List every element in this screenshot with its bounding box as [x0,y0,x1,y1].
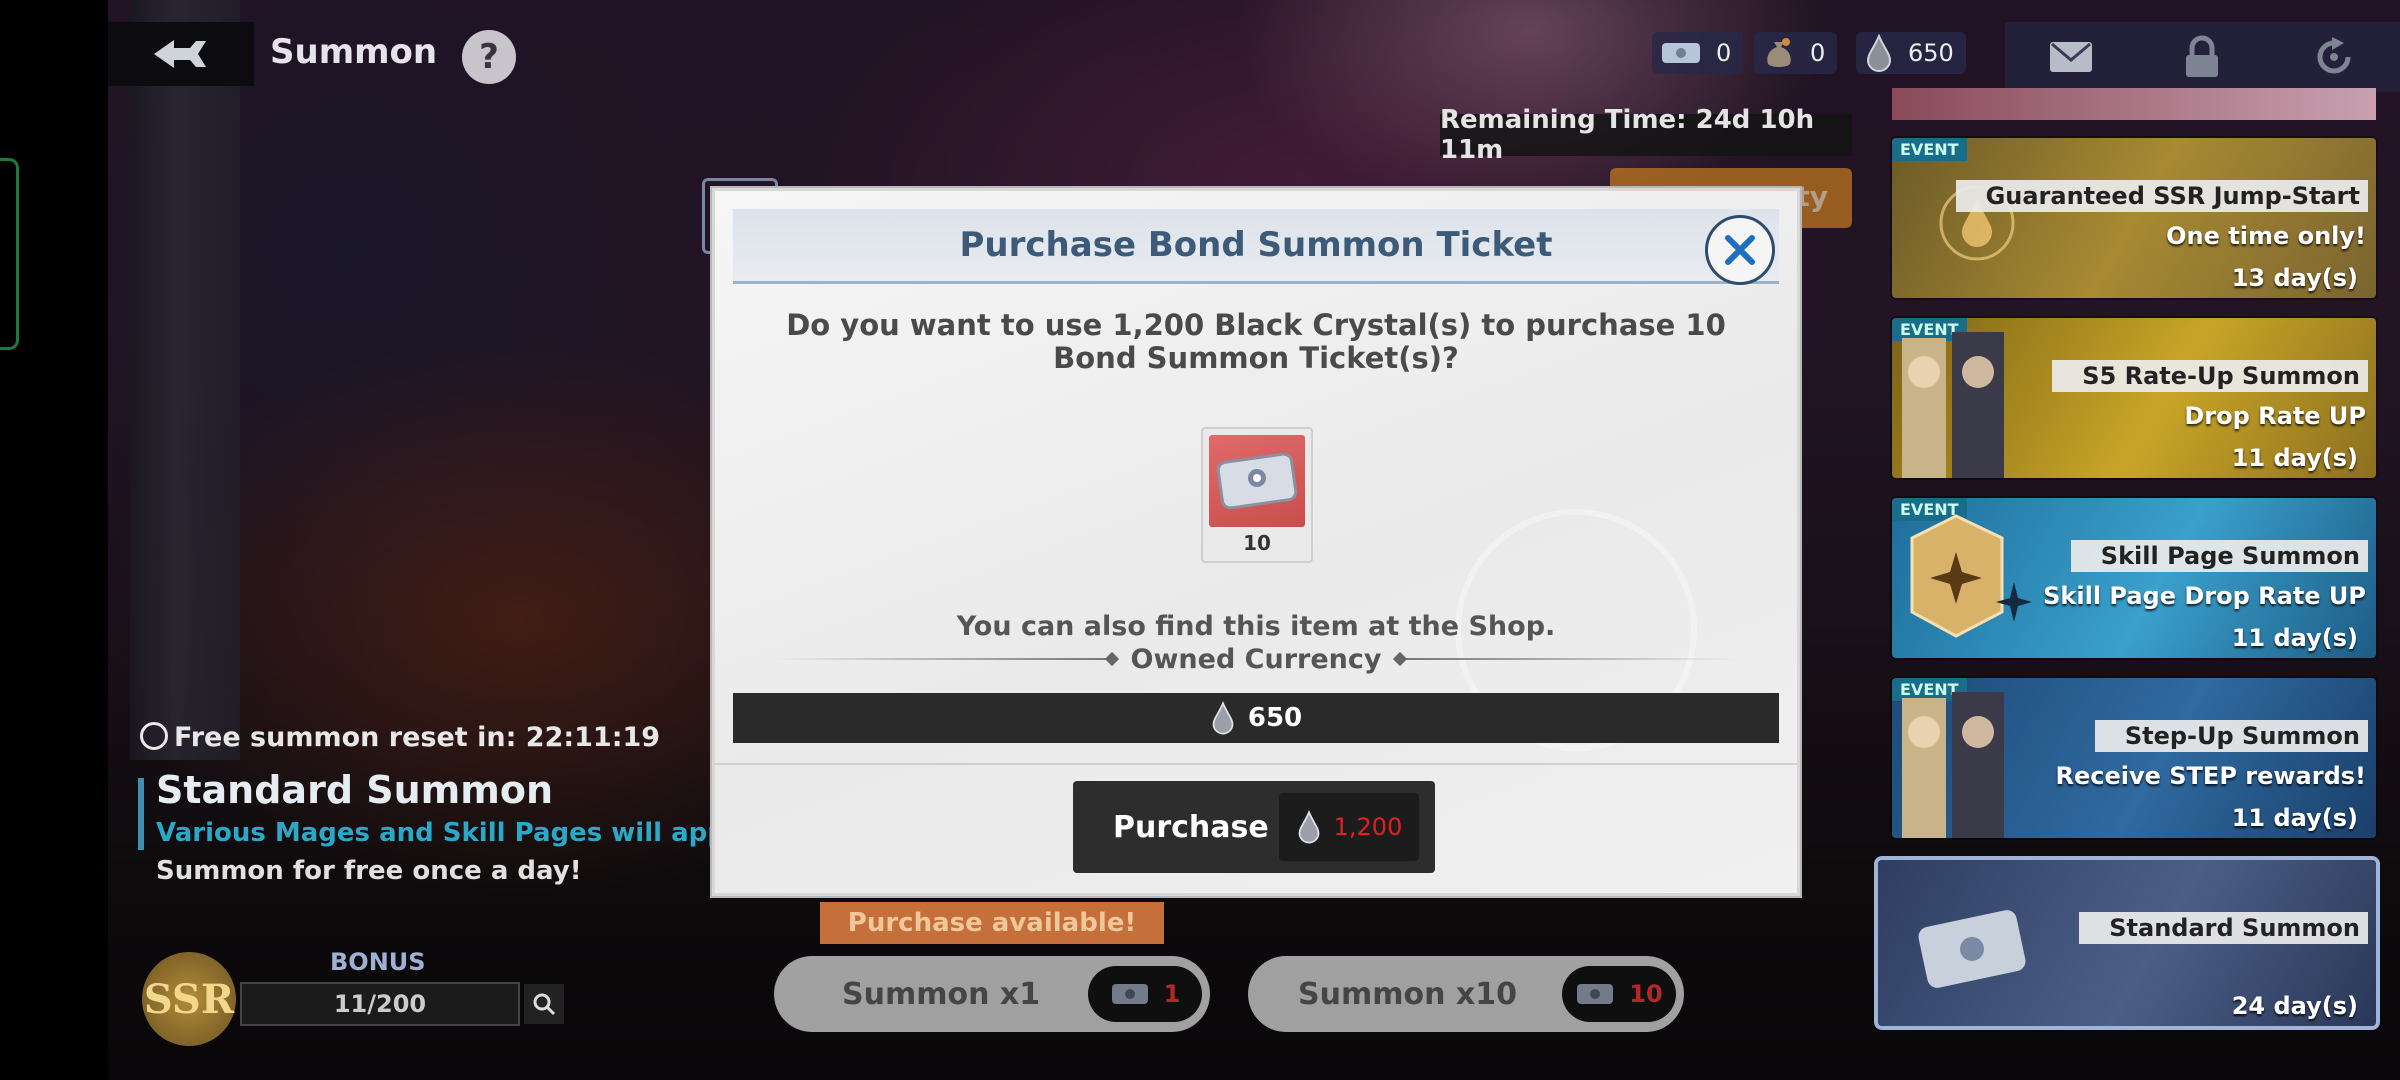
mail-icon[interactable] [2041,27,2101,87]
event-title: Guaranteed SSR Jump-Start [1955,180,2368,212]
event-card-skill-page[interactable]: EVENT Skill Page Summon Skill Page Drop … [1892,498,2376,658]
event-card-top-partial[interactable] [1892,88,2376,120]
event-title: Standard Summon [2079,912,2368,944]
summon-x1-cost: 1 [1088,966,1202,1022]
purchase-available-tag: Purchase available! [820,902,1164,944]
owned-currency-label: Owned Currency [1130,643,1382,675]
event-subtitle: Receive STEP rewards! [2055,762,2367,790]
divider-line [1405,658,1737,660]
ticket-icon [1577,984,1614,1004]
event-days: 13 day(s) [2231,264,2358,292]
owned-currency-value: 650 [1247,703,1303,733]
event-days: 11 day(s) [2231,624,2358,652]
owned-currency-bar: 650 [733,693,1779,743]
event-card-standard-summon[interactable]: Standard Summon 24 day(s) [1878,860,2376,1026]
summon-x10-label: Summon x10 [1298,976,1517,1012]
remaining-time: Remaining Time: 24d 10h 11m [1440,105,1852,165]
free-reset-timer: Free summon reset in: 22:11:19 [140,722,660,753]
purchase-label: Purchase [1113,809,1269,845]
free-reset-text: Free summon reset in: 22:11:19 [174,722,661,753]
event-title: S5 Rate-Up Summon [2052,360,2368,392]
black-crystal-icon [1298,810,1320,844]
ticket-icon [1662,43,1700,63]
event-title: Step-Up Summon [2094,720,2368,752]
bonus-label: BONUS [330,948,426,976]
diamond-ornament [1393,651,1408,667]
close-icon [1725,235,1755,265]
event-days: 11 day(s) [2231,804,2358,832]
owned-currency-header: Owned Currency [775,641,1737,677]
ticket-currency[interactable]: 0 [1652,32,1744,74]
money-bag-count: 0 [1810,39,1826,67]
skill-page-icon [1910,514,2032,638]
purchase-question: Do you want to use 1,200 Black Crystal(s… [715,309,1797,375]
event-card-s5-rate-up[interactable]: EVENT S5 Rate-Up Summon Drop Rate UP 11 … [1892,318,2376,478]
event-card-guaranteed-ssr[interactable]: EVENT Guaranteed SSR Jump-Start One time… [1892,138,2376,298]
ssr-badge: SSR [142,952,236,1046]
close-button[interactable] [1705,215,1775,285]
banner-title: Standard Summon [156,768,554,812]
summon-x1-cost-value: 1 [1163,980,1181,1008]
event-days: 11 day(s) [2231,444,2358,472]
summon-x10-cost: 10 [1562,966,1676,1022]
event-subtitle: Drop Rate UP [2184,402,2366,430]
black-crystal-currency[interactable]: 650 [1856,32,1966,74]
money-bag-currency[interactable]: 0 [1754,32,1838,74]
money-bag-icon [1767,38,1791,67]
banner-free-note: Summon for free once a day! [156,856,582,886]
black-crystal-icon [1212,701,1234,735]
question-line-2: Bond Summon Ticket(s)? [1053,341,1459,375]
ticket-count: 0 [1716,39,1732,67]
purchase-cost-value: 1,200 [1333,813,1403,841]
clock-icon [140,722,168,750]
help-button[interactable]: ? [462,30,516,84]
event-title: Skill Page Summon [2070,540,2368,572]
summon-x10-button[interactable]: Summon x10 10 [1248,956,1684,1032]
character-portrait-icon [1902,332,2004,478]
purchase-button[interactable]: Purchase 1,200 [1073,781,1435,873]
top-icon-bar [2005,22,2400,92]
event-card-step-up[interactable]: EVENT Step-Up Summon Receive STEP reward… [1892,678,2376,838]
black-crystal-icon [1866,34,1892,72]
lock-icon[interactable] [2172,27,2232,87]
item-count: 10 [1243,531,1271,555]
event-days: 24 day(s) [2231,992,2358,1020]
search-icon [533,993,556,1016]
screen-title: Summon [270,32,438,72]
dialog-title: Purchase Bond Summon Ticket [959,225,1553,265]
ticket-icon [1111,984,1148,1004]
bond-ticket-image [1209,435,1305,527]
banner-description: Various Mages and Skill Pages will appea [156,818,762,848]
side-handle[interactable] [0,158,19,350]
bonus-progress-bar: 11/200 [240,982,520,1026]
purchase-cost: 1,200 [1279,793,1419,861]
event-subtitle: Skill Page Drop Rate UP [2043,582,2366,610]
dialog-divider [715,763,1797,765]
summon-x1-label: Summon x1 [842,976,1041,1012]
character-portrait-icon [1902,692,2004,838]
refresh-icon[interactable] [2304,27,2364,87]
event-subtitle: One time only! [2166,222,2366,250]
bond-summon-ticket-icon [1216,452,1298,510]
item-slot[interactable]: 10 [1201,427,1313,563]
question-line-1: Do you want to use 1,200 Black Crystal(s… [786,308,1726,342]
banner-accent-bar [138,778,144,850]
divider-line [775,658,1107,660]
back-button[interactable] [108,22,254,86]
purchase-dialog: Purchase Bond Summon Ticket Do you want … [712,188,1800,896]
event-tag: EVENT [1892,138,1967,161]
summon-x10-cost-value: 10 [1629,980,1663,1008]
ticket-icon [1918,910,2026,988]
dialog-header: Purchase Bond Summon Ticket [733,209,1779,284]
bonus-info-button[interactable] [524,984,564,1024]
orange-button-label: ty [1796,180,1828,213]
summon-x1-button[interactable]: Summon x1 1 [774,956,1210,1032]
black-crystal-count: 650 [1908,39,1954,67]
back-arrow-icon [154,40,206,68]
shop-note: You can also find this item at the Shop. [956,611,1556,642]
